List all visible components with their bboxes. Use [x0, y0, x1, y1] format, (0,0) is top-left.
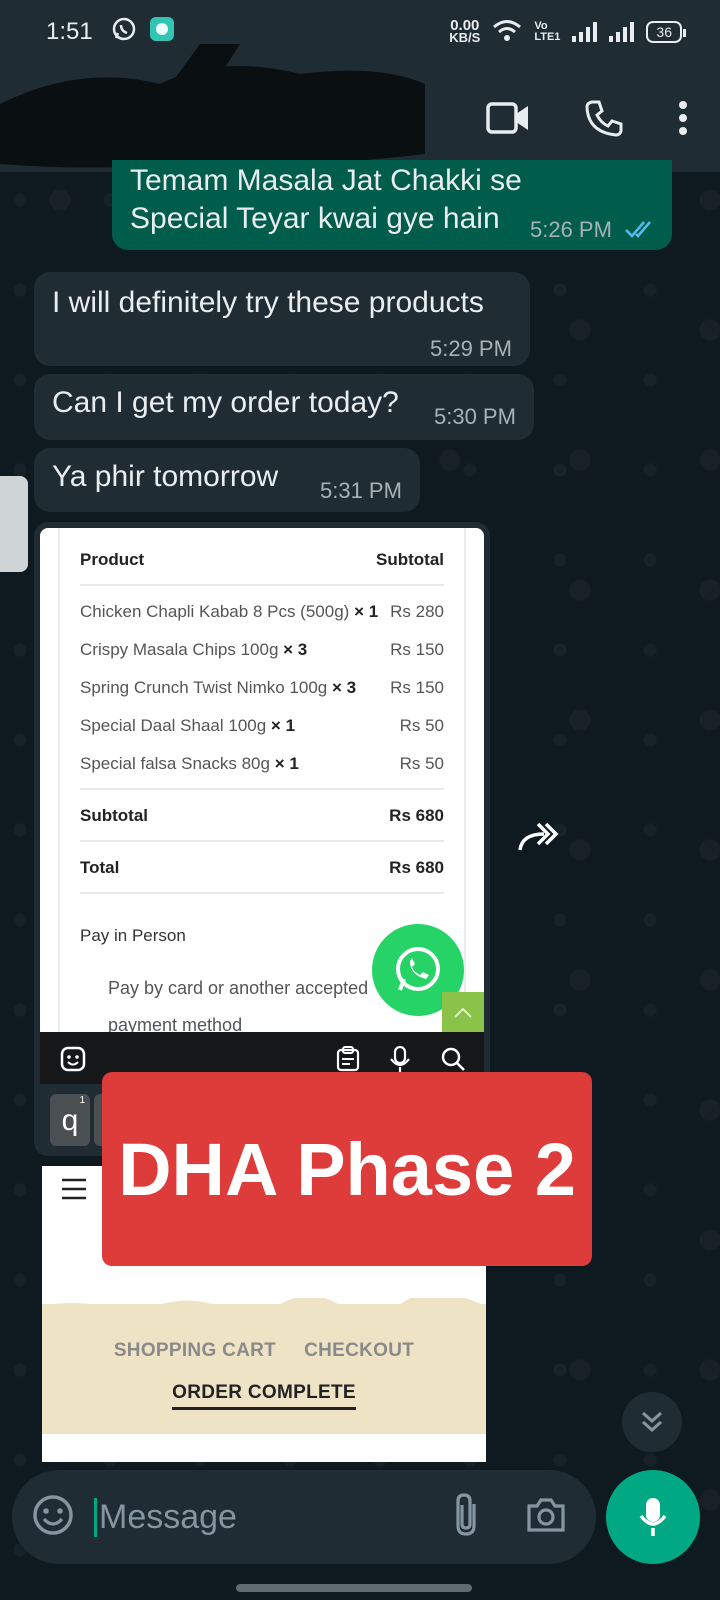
receipt-subtotal-value: Rs 680 [389, 806, 444, 825]
mic-icon [639, 1498, 667, 1536]
net-speed: 0.00 KB/S [449, 17, 481, 45]
checkout-step: CHECKOUT [304, 1340, 415, 1361]
scroll-to-bottom-button[interactable] [622, 1392, 682, 1452]
message-text: Ya phir tomorrow [52, 460, 279, 493]
swipe-edge-handle[interactable] [0, 476, 28, 572]
message-text: Temam Masala Jat Chakki se Special Teyar… [130, 164, 522, 235]
receipt-total-value: Rs 680 [389, 858, 444, 877]
message-time: 5:31 PM [320, 478, 402, 503]
forward-icon[interactable] [516, 818, 560, 859]
message-incoming[interactable]: I will definitely try these products 5:2… [34, 272, 530, 366]
message-time: 5:30 PM [434, 404, 516, 429]
emoji-icon [60, 1046, 86, 1077]
receipt-item: Chicken Chapli Kabab 8 Pcs (500g) × 1 Rs… [80, 602, 444, 621]
checkout-progress-banner [42, 1298, 486, 1434]
double-chevron-down-icon [642, 1411, 662, 1433]
message-incoming[interactable]: Ya phir tomorrow 5:31 PM [34, 448, 420, 512]
receipt-header-product: Product [80, 550, 145, 569]
more-vertical-icon[interactable] [678, 100, 688, 136]
volte-indicator: Vo LTE1 [534, 20, 561, 43]
camera-icon[interactable] [526, 1497, 566, 1538]
gesture-navigation-bar[interactable] [236, 1584, 472, 1592]
payment-title: Pay in Person [80, 926, 186, 945]
image-message-receipt[interactable]: Product Subtotal Chicken Chapli Kabab 8 … [34, 522, 490, 1156]
message-time: 5:29 PM [430, 336, 512, 361]
voice-record-button[interactable] [606, 1470, 700, 1564]
read-receipt-icon [624, 218, 658, 245]
emoji-icon[interactable] [32, 1494, 74, 1541]
wifi-icon [492, 19, 522, 46]
status-time: 1:51 [46, 18, 93, 45]
payment-description: Pay by card or another accepted [108, 978, 369, 998]
message-input[interactable] [94, 1497, 434, 1537]
signal-sim2-icon [609, 22, 635, 42]
receipt-item: Spring Crunch Twist Nimko 100g × 3 Rs 15… [80, 678, 444, 697]
shopping-cart-step: SHOPPING CART [113, 1340, 277, 1361]
order-complete-step: ORDER COMPLETE [42, 1382, 486, 1410]
keyboard-key-q: 1 q [50, 1094, 90, 1146]
receipt-total-label: Total [80, 858, 120, 877]
receipt-image: Product Subtotal Chicken Chapli Kabab 8 … [40, 528, 484, 1033]
video-call-icon[interactable] [486, 101, 530, 135]
phone-icon[interactable] [584, 98, 624, 138]
scroll-top-icon [442, 992, 484, 1033]
attach-icon[interactable] [452, 1492, 480, 1543]
message-time: 5:26 PM [530, 217, 612, 242]
redaction-scribble [0, 44, 425, 168]
message-composer [12, 1470, 596, 1564]
receipt-item: Special Daal Shaal 100g × 1 Rs 50 [80, 716, 444, 735]
message-text: Can I get my order today? [52, 386, 399, 419]
location-overlay-label: DHA Phase 2 [102, 1072, 592, 1266]
battery-indicator: 36 [646, 21, 686, 43]
message-text: I will definitely try these products [52, 286, 484, 319]
payment-description-2: payment method [108, 1015, 243, 1033]
receipt-header-subtotal: Subtotal [376, 550, 444, 569]
receipt-subtotal-label: Subtotal [80, 806, 148, 825]
signal-sim1-icon [572, 22, 598, 42]
hamburger-menu-icon [60, 1178, 88, 1205]
message-incoming[interactable]: Can I get my order today? 5:30 PM [34, 374, 534, 440]
receipt-item: Special falsa Snacks 80g × 1 Rs 50 [80, 754, 444, 773]
message-outgoing[interactable]: Temam Masala Jat Chakki se Special Teyar… [112, 160, 672, 250]
receipt-item: Crispy Masala Chips 100g × 3 Rs 150 [80, 640, 444, 659]
